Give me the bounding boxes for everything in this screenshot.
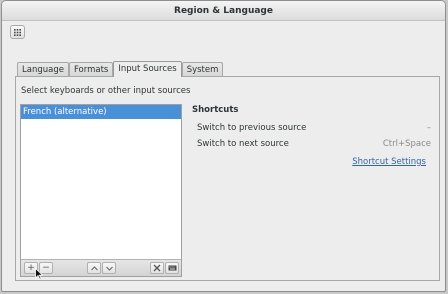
move-up-button[interactable] <box>87 262 101 274</box>
list-toolbar: + − <box>21 259 181 276</box>
instruction-text: Select keyboards or other input sources <box>21 86 191 96</box>
input-sources-panel: Select keyboards or other input sources … <box>15 76 440 281</box>
shortcut-label-next: Switch to next source <box>197 139 289 149</box>
view-grid-icon <box>14 28 21 36</box>
tab-language[interactable]: Language <box>17 62 69 77</box>
chevron-down-icon <box>105 266 113 271</box>
region-language-window: Region & Language Language Formats Input… <box>1 0 446 292</box>
shortcut-settings-link[interactable]: Shortcut Settings <box>352 157 426 167</box>
shortcut-value-previous[interactable]: – <box>427 123 431 133</box>
source-settings-button[interactable] <box>150 262 164 274</box>
window-title: Region & Language <box>174 6 273 16</box>
tab-system[interactable]: System <box>181 62 224 77</box>
tab-input-sources[interactable]: Input Sources <box>113 61 182 77</box>
keyboard-icon <box>168 265 176 271</box>
list-item[interactable]: French (alternative) <box>21 105 181 119</box>
shortcut-value-next[interactable]: Ctrl+Space <box>383 139 431 149</box>
input-sources-list: French (alternative) + − <box>20 104 182 277</box>
shortcut-label-previous: Switch to previous source <box>197 123 307 133</box>
plus-icon: + <box>27 263 35 273</box>
minus-icon: − <box>42 263 50 273</box>
view-grid-button[interactable] <box>10 25 25 39</box>
title-bar[interactable]: Region & Language <box>2 1 445 21</box>
chevron-up-icon <box>90 265 98 270</box>
tab-bar: Language Formats Input Sources System <box>17 61 224 77</box>
move-down-button[interactable] <box>102 262 116 274</box>
show-layout-button[interactable] <box>165 262 179 274</box>
shortcuts-heading: Shortcuts <box>192 105 239 115</box>
mouse-pointer-icon <box>35 268 43 280</box>
tab-formats[interactable]: Formats <box>68 62 114 77</box>
tools-icon <box>153 264 161 272</box>
